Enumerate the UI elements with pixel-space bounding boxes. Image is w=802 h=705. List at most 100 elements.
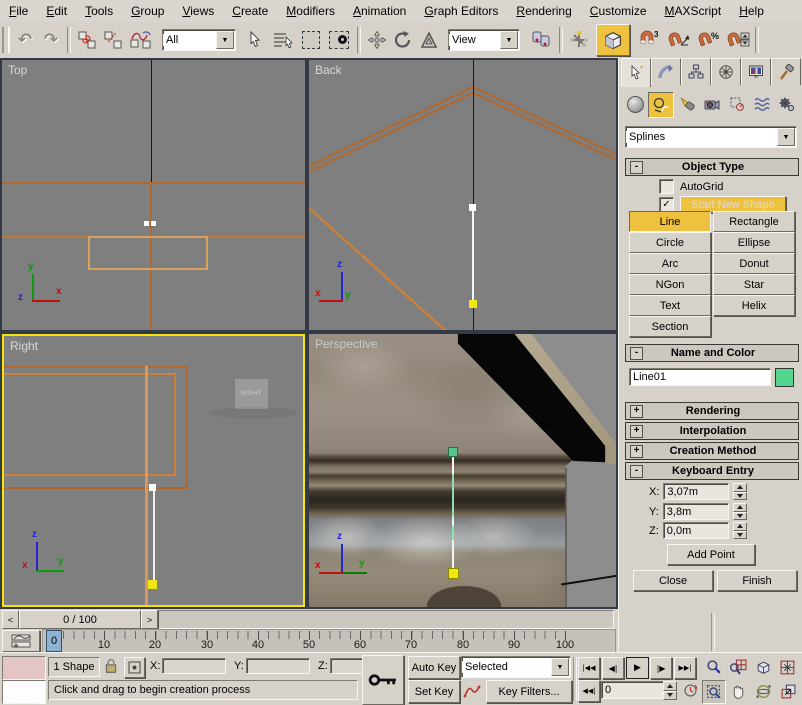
menu-tools[interactable]: Tools <box>76 2 122 20</box>
go-to-end-button[interactable]: ▶▶| <box>674 657 696 679</box>
undo-icon[interactable]: ↶ <box>12 26 38 54</box>
viewport-perspective-label[interactable]: Perspective <box>315 337 378 351</box>
spline-button-donut[interactable]: Donut <box>713 253 795 274</box>
current-frame-marker[interactable]: 0 <box>46 630 62 652</box>
systems-category-icon[interactable] <box>775 92 799 116</box>
spline-button-rectangle[interactable]: Rectangle <box>713 211 795 232</box>
viewport-back-label[interactable]: Back <box>315 63 342 77</box>
set-keys-button[interactable] <box>362 655 404 705</box>
spline-button-helix[interactable]: Helix <box>713 295 795 316</box>
autogrid-checkbox[interactable] <box>659 179 674 194</box>
mini-curve-editor-button[interactable] <box>2 630 40 652</box>
keyboard-entry-x-field[interactable] <box>663 483 729 500</box>
bind-to-space-warp-icon[interactable] <box>126 26 156 54</box>
pan-view-button[interactable] <box>727 680 749 702</box>
min-max-toggle-button[interactable] <box>777 680 799 702</box>
toolbar-drag-handle[interactable] <box>2 27 10 53</box>
time-slider-prev-button[interactable]: < <box>2 610 19 629</box>
tab-create[interactable] <box>621 58 651 87</box>
menu-animation[interactable]: Animation <box>344 2 415 20</box>
object-color-swatch[interactable] <box>775 368 794 387</box>
rectangular-selection-region-icon[interactable] <box>298 26 324 54</box>
spline-button-arc[interactable]: Arc <box>629 253 711 274</box>
key-filters-button[interactable]: Key Filters... <box>486 680 572 703</box>
helpers-category-icon[interactable] <box>725 92 749 116</box>
angle-snap-toggle-icon[interactable] <box>664 26 694 54</box>
y-spinner[interactable] <box>733 503 747 520</box>
geometry-category-icon[interactable] <box>623 92 647 116</box>
viewport-right-active[interactable]: Right RIGHT z x y <box>2 334 305 607</box>
selection-filter-dropdown[interactable]: All ▼ <box>162 29 236 51</box>
viewport-back[interactable]: Back z x y <box>309 60 616 330</box>
menu-modifiers[interactable]: Modifiers <box>277 2 344 20</box>
viewport-top[interactable]: Top y x z <box>2 60 305 330</box>
tab-utilities[interactable] <box>771 58 801 85</box>
close-button[interactable]: Close <box>633 570 713 591</box>
zoom-extents-button[interactable] <box>752 656 774 678</box>
keyboard-entry-y-field[interactable] <box>663 503 729 520</box>
window-crossing-toggle-icon[interactable] <box>324 26 354 54</box>
rollout-rendering[interactable]: +Rendering <box>625 402 799 420</box>
time-slider-next-button[interactable]: > <box>141 610 158 629</box>
play-animation-button[interactable]: ▶ <box>626 657 649 679</box>
dropdown-arrow-icon[interactable]: ▼ <box>551 658 569 676</box>
tab-hierarchy[interactable] <box>681 58 711 85</box>
select-by-name-icon[interactable] <box>268 26 298 54</box>
go-to-start-button[interactable]: |◀◀ <box>578 657 600 679</box>
dropdown-arrow-icon[interactable]: ▼ <box>777 128 795 146</box>
tab-motion[interactable] <box>711 58 741 85</box>
current-frame-field[interactable] <box>601 681 665 699</box>
default-in-out-tangents-button[interactable] <box>461 681 483 701</box>
spline-button-ellipse[interactable]: Ellipse <box>713 232 795 253</box>
transform-x-field[interactable] <box>162 658 226 674</box>
set-key-button[interactable]: Set Key <box>408 680 460 703</box>
arc-rotate-button[interactable] <box>752 680 774 702</box>
space-warps-category-icon[interactable] <box>750 92 774 116</box>
spline-button-circle[interactable]: Circle <box>629 232 711 253</box>
key-mode-toggle-button[interactable]: ◀◀| <box>578 680 600 702</box>
tab-display[interactable] <box>741 58 771 85</box>
spline-button-section[interactable]: Section <box>629 316 711 337</box>
menu-group[interactable]: Group <box>122 2 173 20</box>
start-new-shape-checkbox[interactable]: ✓ <box>659 197 674 212</box>
snap-toggle-3-icon[interactable]: 3 <box>634 26 664 54</box>
menu-file[interactable]: File <box>0 2 37 20</box>
menu-maxscript[interactable]: MAXScript <box>656 2 731 20</box>
lights-category-icon[interactable] <box>675 92 699 116</box>
rollout-creation-method[interactable]: +Creation Method <box>625 442 799 460</box>
track-bar-ruler[interactable]: 0 10 20 30 40 50 60 70 80 90 100 0 <box>42 629 616 653</box>
rollout-interpolation[interactable]: +Interpolation <box>625 422 799 440</box>
viewport-perspective[interactable]: Perspective z x y <box>309 334 616 607</box>
object-name-field[interactable] <box>629 368 771 386</box>
reference-coordinate-system-dropdown[interactable]: View ▼ <box>448 29 520 51</box>
shape-category-dropdown[interactable]: Splines ▼ <box>625 126 797 148</box>
rollout-keyboard-entry[interactable]: -Keyboard Entry <box>625 462 799 480</box>
dropdown-arrow-icon[interactable]: ▼ <box>216 31 234 49</box>
add-point-button[interactable]: Add Point <box>667 544 755 565</box>
maxscript-macro-recorder-pane[interactable] <box>2 656 46 680</box>
spline-button-line[interactable]: Line <box>629 211 711 232</box>
keyboard-entry-z-field[interactable] <box>663 522 729 539</box>
menu-edit[interactable]: Edit <box>37 2 76 20</box>
rollout-object-type[interactable]: -Object Type <box>625 158 799 176</box>
select-object-icon[interactable] <box>242 26 268 54</box>
time-slider-handle[interactable]: 0 / 100 <box>19 610 141 629</box>
time-configuration-button[interactable] <box>681 681 700 700</box>
zoom-button[interactable] <box>702 656 724 678</box>
viewport-top-label[interactable]: Top <box>8 63 27 77</box>
maxscript-mini-listener-pane[interactable] <box>2 680 46 704</box>
unlink-selection-icon[interactable] <box>100 26 126 54</box>
spline-button-text[interactable]: Text <box>629 295 711 316</box>
absolute-offset-mode-toggle[interactable] <box>124 657 145 678</box>
cameras-category-icon[interactable] <box>700 92 724 116</box>
menu-create[interactable]: Create <box>223 2 277 20</box>
zoom-extents-all-button[interactable] <box>777 656 799 678</box>
select-and-scale-icon[interactable] <box>416 26 442 54</box>
select-and-rotate-icon[interactable] <box>390 26 416 54</box>
spline-button-ngon[interactable]: NGon <box>629 274 711 295</box>
select-and-manipulate-icon[interactable] <box>566 26 592 54</box>
region-zoom-button-active[interactable] <box>702 680 726 704</box>
frame-spinner[interactable] <box>663 681 677 700</box>
menu-views[interactable]: Views <box>173 2 223 20</box>
select-and-link-icon[interactable] <box>74 26 100 54</box>
